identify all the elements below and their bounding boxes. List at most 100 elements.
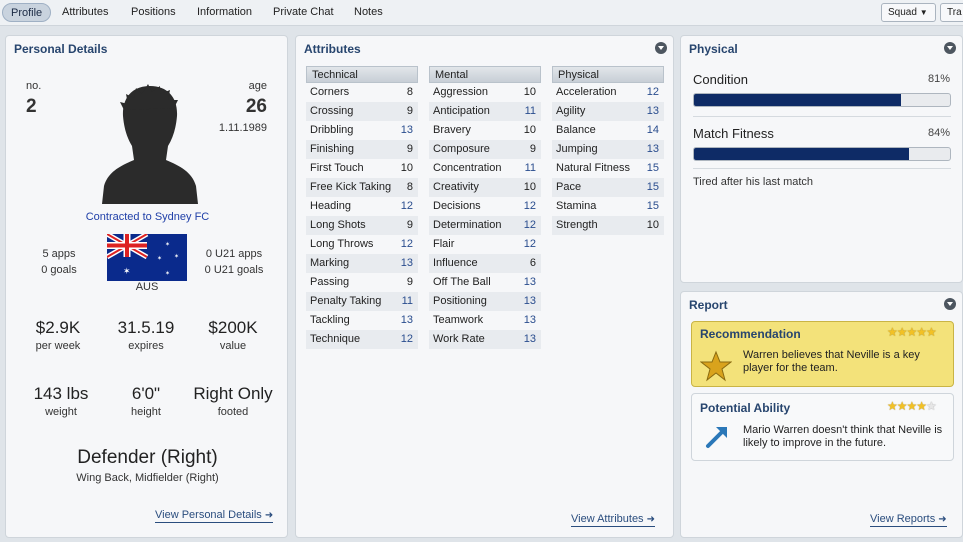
footed-value: Right Only — [193, 384, 273, 403]
attribute-name: Off The Ball — [433, 276, 491, 288]
arrow-right-icon: ➜ — [646, 514, 656, 525]
attribute-row-mental: Bravery 10 — [429, 121, 541, 140]
attribute-name: Determination — [433, 219, 502, 231]
tab-profile[interactable]: Profile — [2, 3, 52, 22]
attribute-name: Jumping — [556, 143, 598, 155]
attribute-row-technical: Passing 9 — [306, 273, 418, 292]
collapse-physical-icon[interactable] — [944, 42, 956, 54]
attribute-name: Influence — [433, 257, 478, 269]
attribute-name: Crossing — [310, 105, 354, 117]
attribute-value: 11 — [524, 162, 536, 174]
squad-number: 2 — [26, 96, 37, 117]
attribute-value: 9 — [406, 143, 413, 155]
collapse-report-icon[interactable] — [944, 298, 956, 310]
tab-positions[interactable]: Positions — [123, 3, 184, 22]
attribute-value: 13 — [400, 314, 413, 326]
attribute-value: 11 — [401, 295, 413, 307]
personal-details-panel: Personal Details no. 2 age 26 1.11.1989 … — [5, 35, 288, 538]
senior-apps: 5 apps — [42, 248, 76, 260]
attribute-value: 12 — [400, 238, 413, 250]
view-reports-link[interactable]: View Reports ➜ — [870, 513, 947, 527]
attribute-value: 10 — [646, 219, 659, 231]
attribute-row-mental: Influence 6 — [429, 254, 541, 273]
collapse-attributes-icon[interactable] — [655, 42, 667, 54]
wage-label: per week — [35, 340, 81, 352]
divider — [693, 168, 951, 169]
attribute-row-mental: Anticipation 11 — [429, 102, 541, 121]
attribute-name: Long Shots — [310, 219, 366, 231]
attribute-name: Technique — [310, 333, 361, 345]
attribute-row-physical: Acceleration 12 — [552, 83, 664, 102]
attribute-row-physical: Jumping 13 — [552, 140, 664, 159]
alternative-positions: Wing Back, Midfielder (Right) — [76, 472, 219, 484]
attribute-row-physical: Balance 14 — [552, 121, 664, 140]
attribute-row-technical: Technique 12 — [306, 330, 418, 349]
attribute-name: First Touch — [310, 162, 364, 174]
senior-goals: 0 goals — [41, 264, 77, 276]
date-of-birth: 1.11.1989 — [218, 122, 267, 134]
attribute-value: 9 — [406, 276, 413, 288]
condition-bar-fill — [694, 94, 902, 106]
squad-dropdown[interactable]: Squad ▼ — [881, 3, 936, 22]
contract-expiry-value: 31.5.19 — [117, 318, 175, 337]
attribute-name: Natural Fitness — [556, 162, 630, 174]
chevron-down-icon: ▼ — [919, 8, 928, 17]
attribute-name: Penalty Taking — [310, 295, 382, 307]
attribute-value: 12 — [523, 200, 536, 212]
condition-value: 81% — [927, 73, 950, 85]
view-personal-details-label: View Personal Details — [155, 509, 262, 521]
tab-private-chat[interactable]: Private Chat — [265, 3, 342, 22]
attribute-value: 10 — [523, 181, 536, 193]
attribute-row-physical: Natural Fitness 15 — [552, 159, 664, 178]
attribute-row-technical: Marking 13 — [306, 254, 418, 273]
attribute-row-physical: Pace 15 — [552, 178, 664, 197]
transfer-button[interactable]: Tra — [940, 3, 963, 22]
physical-panel: Physical Condition 81% Match Fitness 84%… — [680, 35, 963, 283]
weight-value: 143 lbs — [33, 384, 89, 403]
attribute-row-technical: Tackling 13 — [306, 311, 418, 330]
attribute-name: Strength — [556, 219, 598, 231]
attribute-name: Marking — [310, 257, 350, 269]
australia-flag-icon: ✶ ✶ ✶ ✶ ✶ — [107, 234, 187, 281]
contract-link[interactable]: Contracted to Sydney FC — [6, 211, 289, 223]
mental-column-header: Mental — [429, 66, 541, 83]
tab-attributes[interactable]: Attributes — [54, 3, 116, 22]
attribute-name: Teamwork — [433, 314, 484, 326]
view-attributes-link[interactable]: View Attributes ➜ — [571, 513, 656, 527]
star-icon — [700, 350, 732, 382]
tab-information[interactable]: Information — [189, 3, 260, 22]
attribute-row-technical: Free Kick Taking 8 — [306, 178, 418, 197]
attribute-value: 12 — [400, 333, 413, 345]
attribute-row-technical: Long Throws 12 — [306, 235, 418, 254]
attribute-row-mental: Off The Ball 13 — [429, 273, 541, 292]
report-title: Report — [689, 298, 728, 312]
u21-goals: 0 U21 goals — [204, 264, 264, 276]
attribute-name: Agility — [556, 105, 586, 117]
svg-text:✶: ✶ — [165, 241, 170, 248]
match-fitness-bar-fill — [694, 148, 910, 160]
attribute-row-mental: Concentration 11 — [429, 159, 541, 178]
attribute-name: Corners — [310, 86, 350, 98]
potential-ability-title: Potential Ability — [700, 401, 791, 415]
physical-title: Physical — [689, 42, 738, 56]
physical-column-header: Physical — [552, 66, 664, 83]
attribute-name: Finishing — [310, 143, 355, 155]
attributes-panel: Attributes Technical Mental Physical Cor… — [295, 35, 674, 538]
attribute-value: 12 — [646, 86, 659, 98]
attribute-value: 10 — [523, 124, 536, 136]
match-fitness-value: 84% — [927, 127, 950, 139]
view-reports-label: View Reports — [870, 513, 936, 525]
arrow-up-right-icon — [706, 427, 727, 448]
attribute-row-mental: Work Rate 13 — [429, 330, 541, 349]
attribute-value: 15 — [646, 162, 659, 174]
attribute-row-mental: Aggression 10 — [429, 83, 541, 102]
recommendation-star-rating: ★★★★★ — [887, 325, 937, 339]
tab-notes[interactable]: Notes — [346, 3, 391, 22]
svg-text:✶: ✶ — [123, 267, 131, 277]
personal-details-title: Personal Details — [14, 42, 108, 56]
view-personal-details-link[interactable]: View Personal Details ➜ — [155, 509, 274, 523]
main-position: Defender (Right) — [77, 447, 218, 468]
attribute-row-mental: Positioning 13 — [429, 292, 541, 311]
attribute-row-physical: Agility 13 — [552, 102, 664, 121]
attribute-row-technical: Penalty Taking 11 — [306, 292, 418, 311]
